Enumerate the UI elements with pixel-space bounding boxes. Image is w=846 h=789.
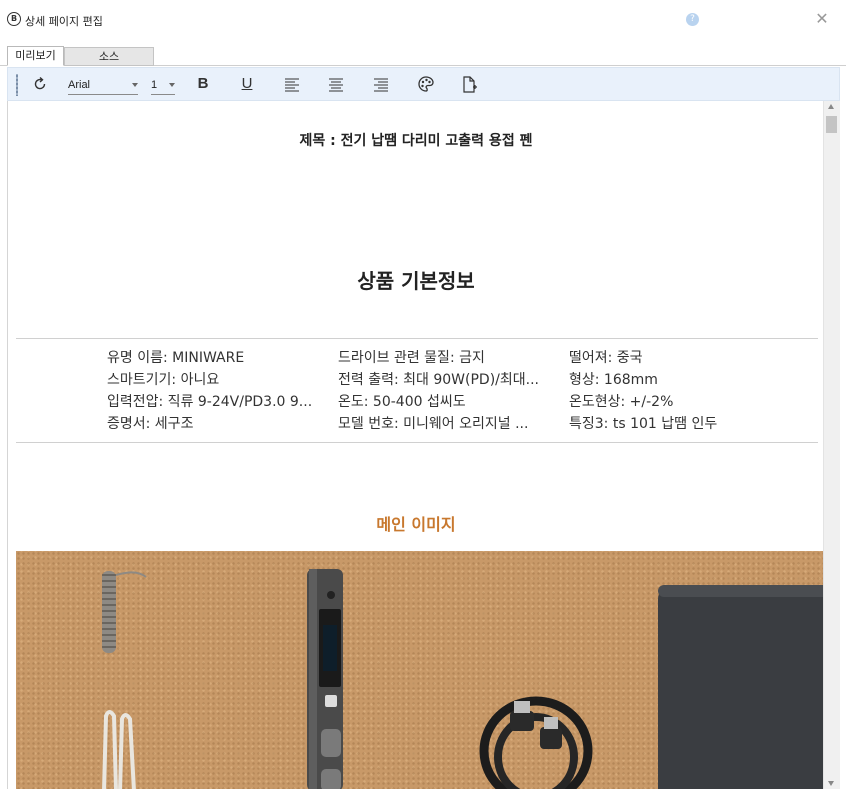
spec-cell: 형상: 168mm [569, 372, 658, 388]
chevron-down-icon [132, 83, 138, 87]
divider [16, 338, 818, 339]
spec-cell: 특징3: ts 101 납땜 인두 [569, 416, 718, 432]
window-title: 상세 페이지 편집 [25, 15, 103, 28]
align-center-button[interactable] [326, 73, 346, 95]
toolbar-grip-handle[interactable] [16, 74, 18, 96]
product-subject: 제목 : 전기 납땜 다리미 고출력 용접 펜 [299, 133, 533, 149]
spec-cell: 떨어져: 중국 [569, 350, 643, 366]
chevron-down-icon [169, 83, 175, 87]
bold-button[interactable]: B [193, 73, 213, 95]
tab-strip: 소스 미리보기 [0, 41, 846, 66]
align-center-icon [329, 78, 343, 92]
new-page-button[interactable] [459, 73, 479, 95]
tab-preview[interactable]: 미리보기 [7, 46, 64, 66]
solder-coil-shape [102, 571, 147, 653]
refresh-icon [34, 76, 46, 90]
spec-cell: 입력전압: 직류 9-24V/PD3.0 9... [107, 394, 313, 410]
spec-cell: 유명 이름: MINIWARE [107, 350, 245, 366]
align-right-button[interactable] [371, 73, 391, 95]
editor-toolbar: Arial 1 B U [7, 67, 840, 101]
refresh-button[interactable] [30, 73, 50, 95]
app-logo-icon: B [7, 12, 21, 26]
title-bar: B 상세 페이지 편집 ? ✕ [0, 0, 846, 40]
spec-cell: 온도: 50-400 섭씨도 [338, 394, 466, 410]
spec-cell: 모델 번호: 미니웨어 오리지널 ... [338, 416, 529, 432]
main-image-heading: 메인 이미지 [376, 515, 456, 534]
spec-cell: 온도현상: +/-2% [569, 394, 674, 410]
tweezers-shape [102, 710, 136, 789]
power-bank-shape [658, 585, 823, 789]
soldering-pen-shape [307, 569, 343, 789]
main-product-image [16, 551, 823, 789]
scroll-up-arrow-icon[interactable] [828, 104, 834, 109]
align-left-button[interactable] [282, 73, 302, 95]
spec-cell: 전력 출력: 최대 90W(PD)/최대... [338, 372, 539, 388]
new-page-icon [463, 76, 477, 93]
spec-cell: 드라이브 관련 물질: 금지 [338, 350, 485, 366]
scroll-down-arrow-icon[interactable] [828, 781, 834, 786]
palette-icon [418, 76, 434, 92]
font-size-select[interactable]: 1 [151, 75, 175, 95]
align-left-icon [285, 78, 299, 92]
help-button[interactable]: ? [686, 13, 699, 26]
vertical-scrollbar[interactable] [823, 101, 840, 789]
align-right-icon [374, 78, 388, 92]
scroll-thumb[interactable] [826, 116, 837, 133]
spec-cell: 증명서: 세구조 [107, 416, 194, 432]
color-palette-button[interactable] [416, 73, 436, 95]
basic-info-heading: 상품 기본정보 [357, 269, 475, 293]
font-size-value: 1 [151, 79, 158, 91]
close-button[interactable]: ✕ [813, 10, 831, 28]
usb-cable-shape [479, 696, 593, 789]
font-family-select[interactable]: Arial [68, 75, 138, 95]
divider [16, 442, 818, 443]
underline-button[interactable]: U [237, 73, 257, 95]
spec-cell: 스마트기기: 아니요 [107, 372, 220, 388]
font-family-value: Arial [68, 79, 91, 91]
preview-area[interactable]: 제목 : 전기 납땜 다리미 고출력 용접 펜 상품 기본정보 유명 이름: M… [7, 101, 823, 789]
tab-source[interactable]: 소스 [64, 47, 154, 66]
